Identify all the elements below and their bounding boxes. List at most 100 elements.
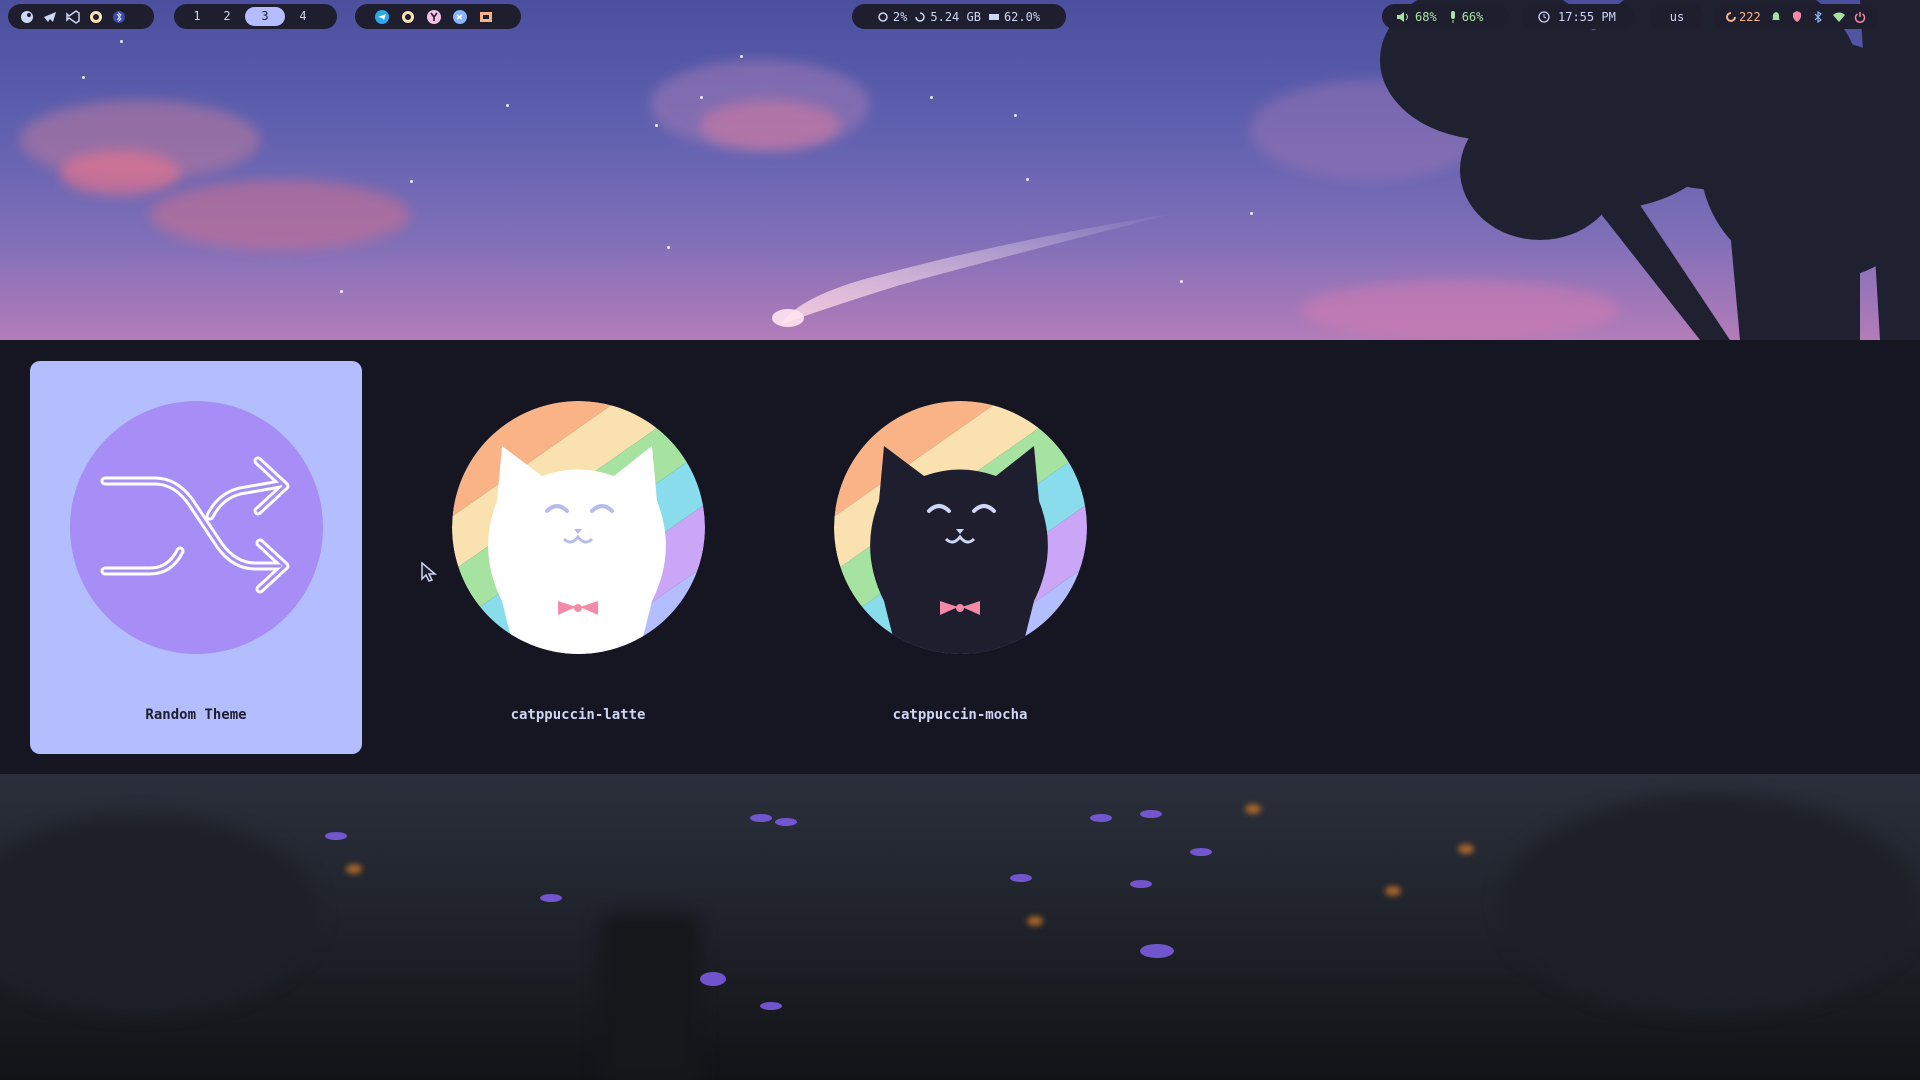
sun-app-icon[interactable] xyxy=(401,10,415,24)
flower xyxy=(750,814,772,822)
mocha-cat-icon xyxy=(834,401,1087,654)
telegram-icon[interactable] xyxy=(43,10,57,24)
theme-name-latte: catppuccin-latte xyxy=(510,707,646,723)
flower xyxy=(1010,874,1032,882)
wallpaper-sky xyxy=(0,0,1920,340)
workspace-4[interactable]: 4 xyxy=(288,7,318,26)
flower xyxy=(1140,944,1174,958)
clock[interactable]: 17:55 PM xyxy=(1522,4,1634,29)
flower xyxy=(1090,814,1112,822)
star xyxy=(120,40,123,43)
flower xyxy=(1190,848,1212,856)
storage-value: 62.0% xyxy=(1003,9,1041,24)
flower xyxy=(760,1002,782,1010)
bush xyxy=(1500,794,1920,1014)
clock-icon xyxy=(1538,10,1550,23)
keyboard-layout[interactable]: us xyxy=(1650,4,1704,29)
firefly xyxy=(1027,916,1043,926)
firefly xyxy=(1385,886,1401,896)
updates-counter[interactable]: 222 xyxy=(1726,10,1761,24)
star xyxy=(667,246,670,249)
taskbar-apps xyxy=(8,4,154,29)
star xyxy=(1014,114,1017,117)
audio-controls: 68% 66% xyxy=(1382,4,1509,29)
clock-time: 17:55 PM xyxy=(1558,9,1616,24)
cloud xyxy=(60,150,180,195)
star xyxy=(1250,212,1253,215)
mic-value: 66% xyxy=(1461,9,1484,24)
cpu-icon xyxy=(878,11,888,22)
mic-control[interactable]: 66% xyxy=(1449,9,1484,24)
tray-apps xyxy=(355,4,521,29)
flower xyxy=(1130,880,1152,888)
star xyxy=(340,290,343,293)
yandex-icon[interactable] xyxy=(427,9,441,24)
vscode-icon[interactable] xyxy=(66,9,80,24)
vscode-icon[interactable] xyxy=(453,9,467,24)
firefly xyxy=(1245,804,1261,814)
notification-bell-icon[interactable] xyxy=(1770,10,1782,24)
wifi-icon[interactable] xyxy=(1832,10,1845,24)
latte-cat-icon xyxy=(452,401,705,654)
updates-count: 222 xyxy=(1739,9,1761,24)
speaker-icon xyxy=(1397,11,1408,22)
status-tray: 222 xyxy=(1714,4,1878,29)
workspace-3[interactable]: 3 xyxy=(245,7,285,26)
mouse-cursor-icon xyxy=(421,561,438,582)
update-icon xyxy=(1726,11,1736,22)
files-icon[interactable] xyxy=(479,10,493,24)
fence-post xyxy=(600,914,700,1080)
firefly xyxy=(346,864,362,874)
tree-silhouette xyxy=(1380,0,1920,340)
storage-icon xyxy=(988,13,999,20)
shield-icon[interactable] xyxy=(1791,10,1803,24)
cpu-value: 2% xyxy=(892,9,908,24)
power-icon[interactable] xyxy=(1854,10,1866,24)
star xyxy=(655,124,658,127)
steam-icon[interactable] xyxy=(20,10,34,24)
star xyxy=(1180,280,1183,283)
microphone-icon xyxy=(1450,10,1455,23)
star xyxy=(82,76,85,79)
bluetooth-icon[interactable] xyxy=(1812,10,1824,24)
bush xyxy=(0,814,320,1014)
theme-name-random: Random Theme xyxy=(145,707,247,723)
shuffle-icon xyxy=(70,401,323,654)
star xyxy=(930,96,933,99)
comet xyxy=(772,212,1180,327)
workspace-1[interactable]: 1 xyxy=(182,7,212,26)
workspace-switcher: 1 2 3 4 xyxy=(174,4,337,29)
flower xyxy=(540,894,562,902)
theme-name-mocha: catppuccin-mocha xyxy=(892,707,1028,723)
flower xyxy=(700,972,726,986)
system-stats: 2% 5.24 GB 62.0% xyxy=(852,4,1066,29)
volume-value: 68% xyxy=(1415,9,1437,24)
firefly xyxy=(1458,844,1474,854)
flower xyxy=(325,832,347,840)
memory-usage[interactable]: 5.24 GB xyxy=(915,10,981,24)
cpu-usage[interactable]: 2% xyxy=(878,10,907,24)
star xyxy=(740,55,743,58)
theme-card-random[interactable]: Random Theme xyxy=(30,361,362,754)
flower xyxy=(775,818,797,826)
theme-card-mocha[interactable]: catppuccin-mocha xyxy=(794,361,1126,754)
star xyxy=(1026,178,1029,181)
telegram-icon[interactable] xyxy=(375,9,389,24)
sun-app-icon[interactable] xyxy=(89,10,103,24)
memory-value: 5.24 GB xyxy=(930,9,981,24)
star xyxy=(410,180,413,183)
star xyxy=(506,104,509,107)
memory-icon xyxy=(915,11,926,22)
star xyxy=(700,96,703,99)
cloud xyxy=(150,180,410,250)
workspace-2[interactable]: 2 xyxy=(212,7,242,26)
bluetooth-icon[interactable] xyxy=(112,10,126,24)
cloud xyxy=(700,100,840,150)
flower xyxy=(1140,810,1162,818)
storage-usage[interactable]: 62.0% xyxy=(988,9,1041,24)
theme-selector-panel: Random Theme catppuccin-latte catppuccin… xyxy=(0,340,1920,774)
volume-control[interactable]: 68% xyxy=(1396,10,1437,24)
theme-card-latte[interactable]: catppuccin-latte xyxy=(412,361,744,754)
keyboard-layout-value: us xyxy=(1669,9,1685,24)
wallpaper-meadow xyxy=(0,774,1920,1080)
